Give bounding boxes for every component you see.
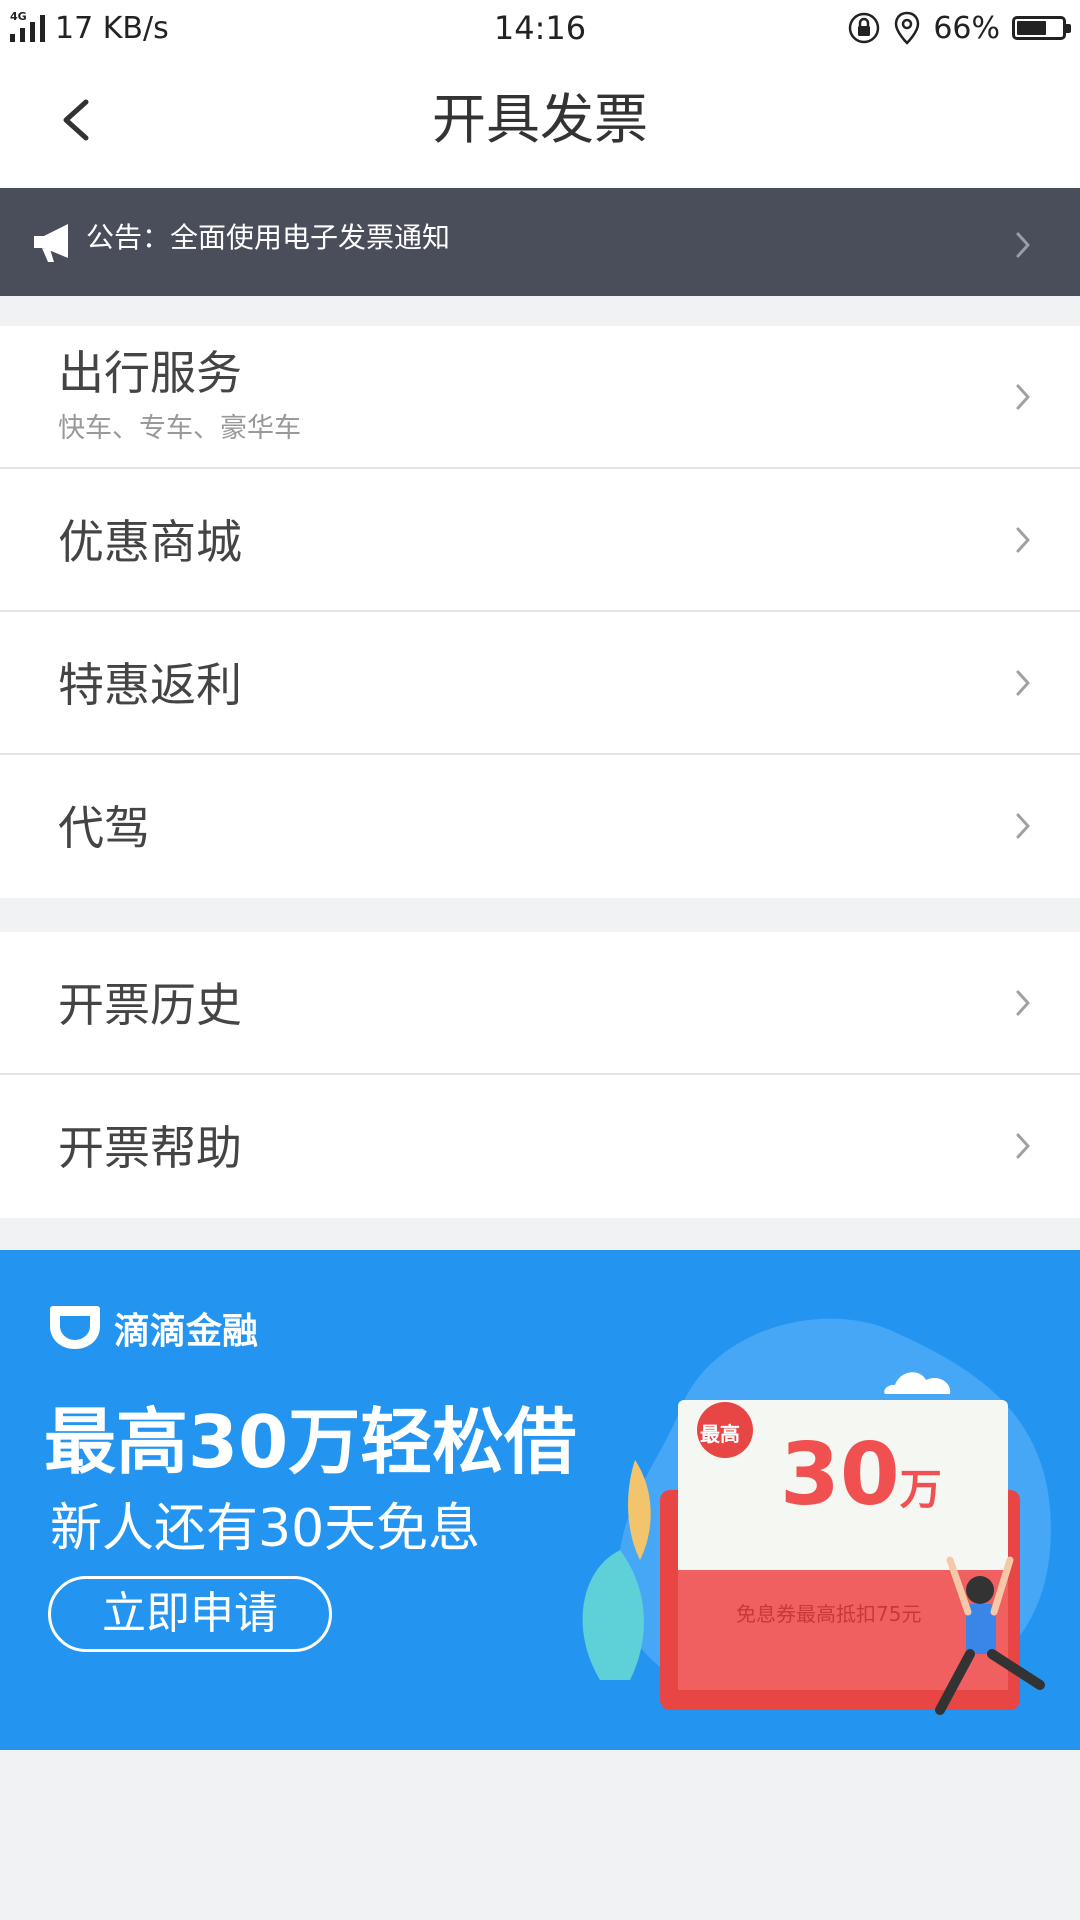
list-item-designated-driver[interactable]: 代驾 <box>0 755 1080 898</box>
invoice-type-list: 出行服务 快车、专车、豪华车 优惠商城 特惠返利 代驾 <box>0 326 1080 898</box>
list-item-label: 代驾 <box>58 801 150 855</box>
list-item-subtitle: 快车、专车、豪华车 <box>58 413 301 444</box>
battery-fill <box>1017 21 1047 35</box>
list-item-discount-mall[interactable]: 优惠商城 <box>0 469 1080 612</box>
promo-banner[interactable]: 最高 30万 免息券最高抵扣75元 滴滴金融 最高30万轻松借 新人还有30天免… <box>0 1250 1080 1750</box>
battery-icon <box>1012 16 1071 40</box>
list-item-invoice-help[interactable]: 开票帮助 <box>0 1075 1080 1218</box>
chevron-right-icon <box>1016 670 1030 696</box>
status-bar: 4G 17 KB/s 14:16 66% <box>0 0 1080 56</box>
card-amount: 30万 <box>780 1430 942 1535</box>
list-item-label: 优惠商城 <box>58 515 242 569</box>
list-item-label: 出行服务 <box>58 346 242 400</box>
list-item-invoice-history[interactable]: 开票历史 <box>0 932 1080 1075</box>
nav-bar: 开具发票 <box>0 56 1080 188</box>
card-amount-number: 30 <box>780 1425 900 1525</box>
rotation-lock-icon <box>849 12 880 44</box>
status-right: 66% <box>847 6 1071 50</box>
brand-logo: 滴滴金融 <box>46 1302 258 1354</box>
list-item-label: 特惠返利 <box>58 658 242 712</box>
apply-now-button[interactable]: 立即申请 <box>48 1576 332 1652</box>
battery-percentage: 66% <box>933 10 1000 46</box>
list-item-label: 开票历史 <box>58 978 242 1032</box>
promo-title: 最高30万轻松借 <box>44 1400 577 1484</box>
page-title: 开具发票 <box>432 88 648 151</box>
didi-logo-icon <box>50 1306 100 1349</box>
list-item-label: 开票帮助 <box>58 1121 242 1175</box>
chevron-right-icon <box>1016 527 1030 553</box>
list-item-travel-service[interactable]: 出行服务 快车、专车、豪华车 <box>0 326 1080 469</box>
promo-subtitle: 新人还有30天免息 <box>50 1499 481 1559</box>
card-note: 免息券最高抵扣75元 <box>736 1602 922 1626</box>
notice-text: 公告：全面使用电子发票通知 <box>86 221 451 254</box>
brand-name: 滴滴金融 <box>114 1311 259 1352</box>
card-badge: 最高 <box>700 1422 740 1446</box>
invoice-tools-list: 开票历史 开票帮助 <box>0 932 1080 1218</box>
chevron-right-icon <box>1016 813 1030 839</box>
chevron-right-icon <box>1016 990 1030 1016</box>
card-amount-unit: 万 <box>899 1465 942 1514</box>
chevron-right-icon <box>1016 232 1030 258</box>
location-icon <box>895 11 920 45</box>
chevron-right-icon <box>1016 384 1030 410</box>
megaphone-icon <box>34 224 68 262</box>
notice-bar[interactable]: 公告：全面使用电子发票通知 <box>0 188 1080 296</box>
chevron-right-icon <box>1016 1133 1030 1159</box>
list-item-rebate[interactable]: 特惠返利 <box>0 612 1080 755</box>
